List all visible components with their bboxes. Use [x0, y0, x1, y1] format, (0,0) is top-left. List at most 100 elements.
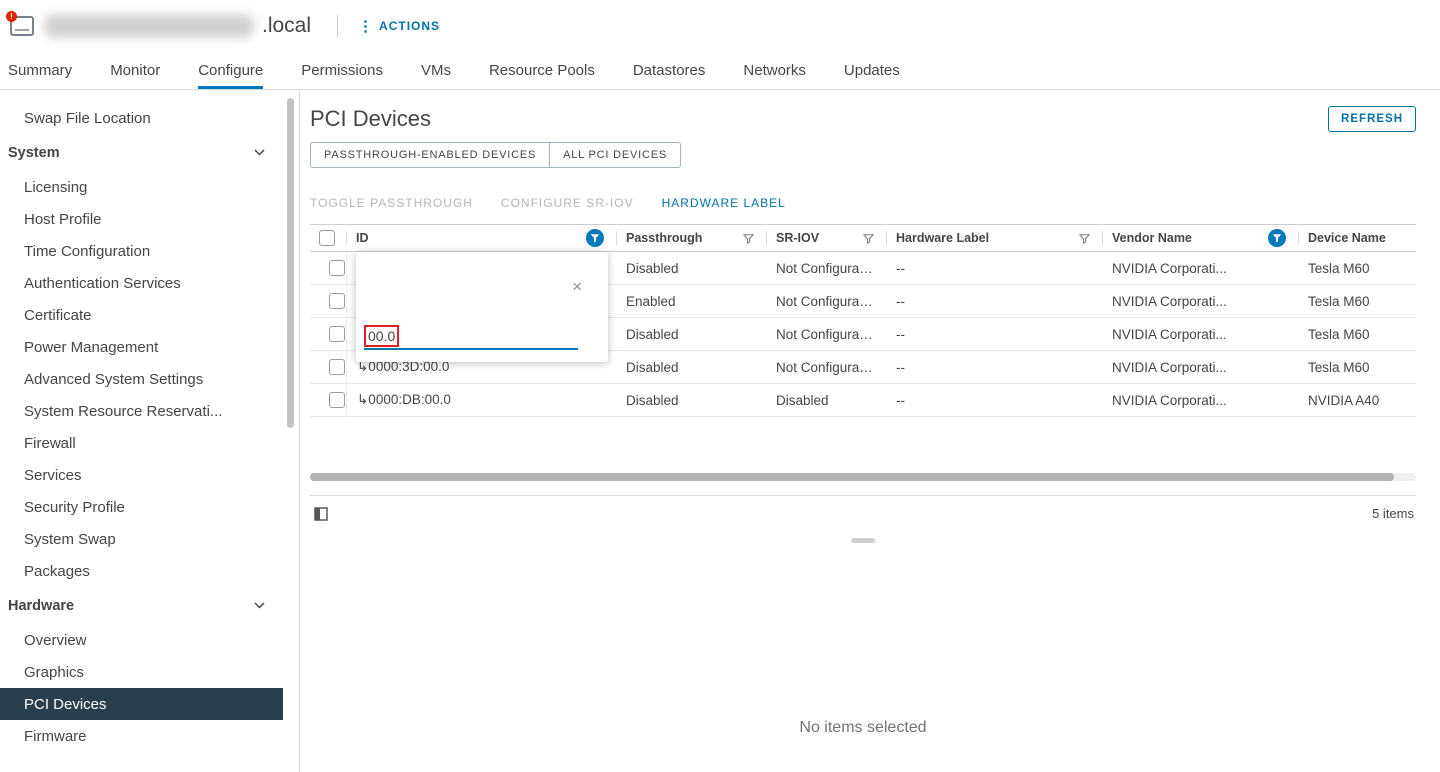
sidebar-item-firmware[interactable]: Firmware	[0, 720, 283, 752]
column-selector-icon[interactable]	[314, 507, 328, 521]
refresh-button[interactable]: REFRESH	[1328, 106, 1416, 132]
chevron-down-icon	[254, 149, 265, 156]
sidebar-item-certificate[interactable]: Certificate	[0, 299, 283, 331]
column-header-vendor-name[interactable]: Vendor Name	[1102, 224, 1298, 252]
filter-icon-passthrough[interactable]	[743, 233, 754, 244]
all-pci-devices-button[interactable]: ALL PCI DEVICES	[549, 142, 681, 168]
column-label-vendor-name: Vendor Name	[1112, 231, 1192, 245]
table-row-5[interactable]: ↳0000:DB:00.0 Disabled Disabled -- NVIDI…	[310, 384, 1416, 417]
cell-sriov: Not Configurab...	[766, 252, 886, 285]
tab-summary[interactable]: Summary	[8, 52, 72, 89]
cell-sriov: Not Configurab...	[766, 351, 886, 384]
configure-sriov-action[interactable]: CONFIGURE SR-IOV	[501, 196, 634, 210]
sidebar-item-power-management[interactable]: Power Management	[0, 331, 283, 363]
tab-updates[interactable]: Updates	[844, 52, 900, 89]
actions-menu-button[interactable]: ⋮ ACTIONS	[358, 19, 440, 34]
filter-icon-id-active[interactable]	[586, 229, 604, 247]
sidebar-item-system-swap[interactable]: System Swap	[0, 523, 283, 555]
filter-input-value: 00.0	[364, 325, 399, 347]
tab-permissions[interactable]: Permissions	[301, 52, 383, 89]
hostname-redacted	[44, 14, 254, 38]
column-label-device-name: Device Name	[1308, 231, 1386, 245]
tab-vms[interactable]: VMs	[421, 52, 451, 89]
column-header-sriov[interactable]: SR-IOV	[766, 224, 886, 252]
column-header-device-name[interactable]: Device Name	[1298, 224, 1416, 252]
hardware-label-action[interactable]: HARDWARE LABEL	[662, 196, 786, 210]
sidebar-item-host-profile[interactable]: Host Profile	[0, 203, 283, 235]
column-header-id[interactable]: ID	[346, 224, 616, 252]
row-checkbox[interactable]	[329, 293, 345, 309]
page-title: PCI Devices	[310, 106, 431, 132]
hostname-suffix: .local	[262, 14, 311, 38]
sidebar-item-time-configuration[interactable]: Time Configuration	[0, 235, 283, 267]
cell-device-name: NVIDIA A40	[1298, 384, 1416, 417]
filter-icon-vendor-active[interactable]	[1268, 229, 1286, 247]
sidebar-item-services[interactable]: Services	[0, 459, 283, 491]
alert-badge: !	[6, 11, 17, 22]
cell-sriov: Not Configurab...	[766, 285, 886, 318]
row-checkbox[interactable]	[329, 392, 345, 408]
filter-icon-sriov[interactable]	[863, 233, 874, 244]
id-filter-popup: × 00.0	[356, 252, 608, 362]
sidebar-scrollbar[interactable]	[287, 98, 294, 428]
toggle-passthrough-action[interactable]: TOGGLE PASSTHROUGH	[310, 196, 473, 210]
cell-hardware-label: --	[886, 384, 1102, 417]
cell-vendor-name: NVIDIA Corporati...	[1102, 318, 1298, 351]
column-label-id: ID	[356, 231, 369, 245]
cell-device-name: Tesla M60	[1298, 285, 1416, 318]
tab-monitor[interactable]: Monitor	[110, 52, 160, 89]
select-all-checkbox[interactable]	[319, 230, 335, 246]
close-icon[interactable]: ×	[572, 278, 582, 295]
horizontal-scrollbar[interactable]	[310, 473, 1416, 481]
sidebar-item-system-resource-reservation[interactable]: System Resource Reservati...	[0, 395, 283, 427]
cell-vendor-name: NVIDIA Corporati...	[1102, 252, 1298, 285]
sidebar-item-security-profile[interactable]: Security Profile	[0, 491, 283, 523]
sidebar-item-swap-file-location[interactable]: Swap File Location	[0, 102, 283, 134]
cell-passthrough: Enabled	[616, 285, 766, 318]
column-header-hardware-label[interactable]: Hardware Label	[886, 224, 1102, 252]
object-tabbar: Summary Monitor Configure Permissions VM…	[0, 52, 1440, 90]
row-checkbox[interactable]	[329, 326, 345, 342]
row-checkbox[interactable]	[329, 359, 345, 375]
cell-sriov: Not Configurab...	[766, 318, 886, 351]
horizontal-scrollbar-thumb[interactable]	[310, 473, 1394, 481]
column-header-passthrough[interactable]: Passthrough	[616, 224, 766, 252]
table-header-row: ID Passthrough	[310, 224, 1416, 252]
empty-state-text: No items selected	[799, 719, 926, 772]
sidebar-section-hardware[interactable]: Hardware	[0, 587, 283, 624]
filter-input[interactable]: 00.0	[364, 324, 578, 350]
sidebar-item-packages[interactable]: Packages	[0, 555, 283, 587]
sidebar-item-overview[interactable]: Overview	[0, 624, 283, 656]
sidebar-item-graphics[interactable]: Graphics	[0, 656, 283, 688]
splitter-handle[interactable]	[851, 538, 875, 543]
cell-vendor-name: NVIDIA Corporati...	[1102, 351, 1298, 384]
tab-datastores[interactable]: Datastores	[633, 52, 706, 89]
sidebar-item-authentication-services[interactable]: Authentication Services	[0, 267, 283, 299]
sidebar-item-advanced-system-settings[interactable]: Advanced System Settings	[0, 363, 283, 395]
cell-vendor-name: NVIDIA Corporati...	[1102, 384, 1298, 417]
header-divider	[337, 15, 338, 37]
cell-passthrough: Disabled	[616, 252, 766, 285]
tab-networks[interactable]: Networks	[743, 52, 806, 89]
sidebar-section-system[interactable]: System	[0, 134, 283, 171]
filter-icon-hardware-label[interactable]	[1079, 233, 1090, 244]
column-label-sriov: SR-IOV	[776, 231, 819, 245]
tab-configure[interactable]: Configure	[198, 52, 263, 89]
panel-splitter	[310, 531, 1416, 549]
cell-vendor-name: NVIDIA Corporati...	[1102, 285, 1298, 318]
kebab-icon: ⋮	[358, 19, 373, 34]
cell-hardware-label: --	[886, 318, 1102, 351]
passthrough-enabled-devices-button[interactable]: PASSTHROUGH-ENABLED DEVICES	[310, 142, 549, 168]
cell-passthrough: Disabled	[616, 351, 766, 384]
grid-action-bar: TOGGLE PASSTHROUGH CONFIGURE SR-IOV HARD…	[310, 196, 1416, 210]
cell-sriov: Disabled	[766, 384, 886, 417]
device-view-toggle: PASSTHROUGH-ENABLED DEVICES ALL PCI DEVI…	[310, 142, 1416, 168]
sidebar-item-firewall[interactable]: Firewall	[0, 427, 283, 459]
sidebar-item-pci-devices[interactable]: PCI Devices	[0, 688, 283, 720]
sidebar-section-label: Hardware	[8, 598, 74, 614]
sidebar-item-licensing[interactable]: Licensing	[0, 171, 283, 203]
cell-hardware-label: --	[886, 252, 1102, 285]
row-checkbox[interactable]	[329, 260, 345, 276]
cell-hardware-label: --	[886, 351, 1102, 384]
tab-resource-pools[interactable]: Resource Pools	[489, 52, 595, 89]
